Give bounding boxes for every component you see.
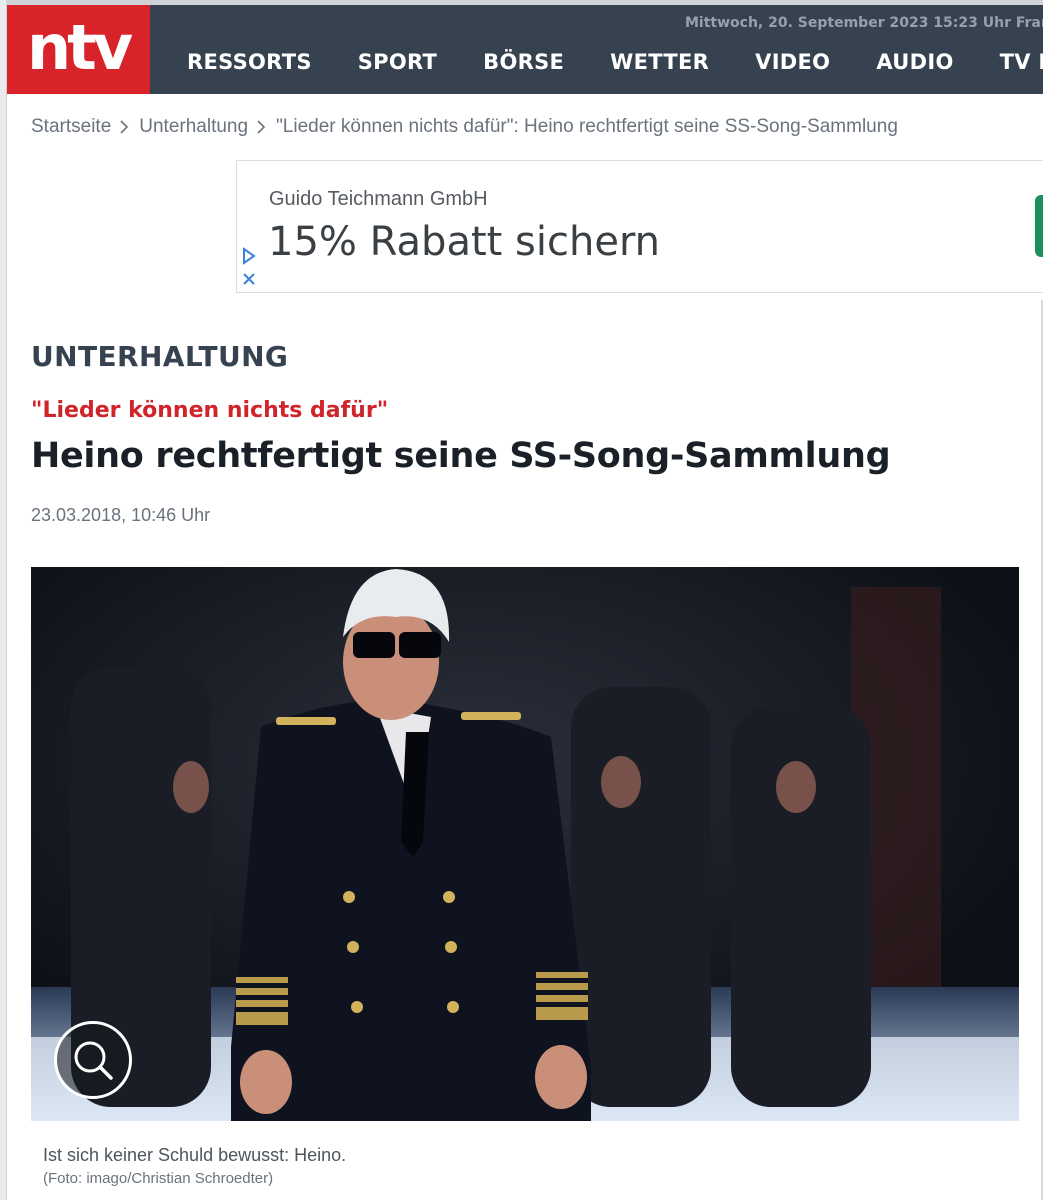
zoom-button[interactable] [54,1021,132,1099]
article-photo[interactable] [31,567,1019,1121]
nav-item-audio[interactable]: AUDIO [876,50,953,74]
ad-choices-icon[interactable] [241,247,257,270]
header-date: Mittwoch, 20. September 2023 15:23 Uhr F… [685,15,1043,31]
photo-caption: Ist sich keiner Schuld bewusst: Heino. [43,1145,347,1165]
nav-item-ressorts[interactable]: RESSORTS [187,50,312,74]
ntv-logo[interactable]: ntv [7,5,150,94]
breadcrumb-startseite[interactable]: Startseite [31,116,111,138]
chevron-right-icon [119,117,131,137]
close-icon[interactable] [241,271,257,292]
advertisement-banner[interactable]: Guido Teichmann GmbH 15% Rabatt sichern [236,160,1043,293]
article-roofline: "Lieder können nichts dafür" [31,398,389,423]
nav-item-tv-programm[interactable]: TV PROG [1000,50,1043,74]
logo-text: ntv [27,11,133,84]
photo-credit: (Foto: imago/Christian Schroedter) [43,1170,274,1187]
chevron-right-icon [256,117,268,137]
magnifier-icon [74,1041,113,1080]
ad-cta-button[interactable] [1035,195,1043,257]
breadcrumb: Startseite Unterhaltung "Lieder können n… [31,116,898,138]
article-category[interactable]: UNTERHALTUNG [31,340,288,373]
stage-photo-illustration [31,567,1019,1121]
ad-advertiser: Guido Teichmann GmbH [269,188,488,210]
ad-headline[interactable]: 15% Rabatt sichern [268,219,660,265]
nav-item-video[interactable]: VIDEO [755,50,830,74]
article-date: 23.03.2018, 10:46 Uhr [31,505,211,525]
breadcrumb-current: "Lieder können nichts dafür": Heino rech… [276,116,898,137]
nav-item-sport[interactable]: SPORT [358,50,437,74]
browser-frame-left [0,0,7,1200]
article-headline: Heino rechtfertigt seine SS-Song-Sammlun… [31,436,891,476]
site-header: ntv Mittwoch, 20. September 2023 15:23 U… [7,5,1043,94]
breadcrumb-unterhaltung[interactable]: Unterhaltung [139,116,248,138]
nav-item-boerse[interactable]: BÖRSE [483,50,564,74]
nav-item-wetter[interactable]: WETTER [610,50,709,74]
main-nav: RESSORTS SPORT BÖRSE WETTER VIDEO AUDIO … [187,50,1043,74]
